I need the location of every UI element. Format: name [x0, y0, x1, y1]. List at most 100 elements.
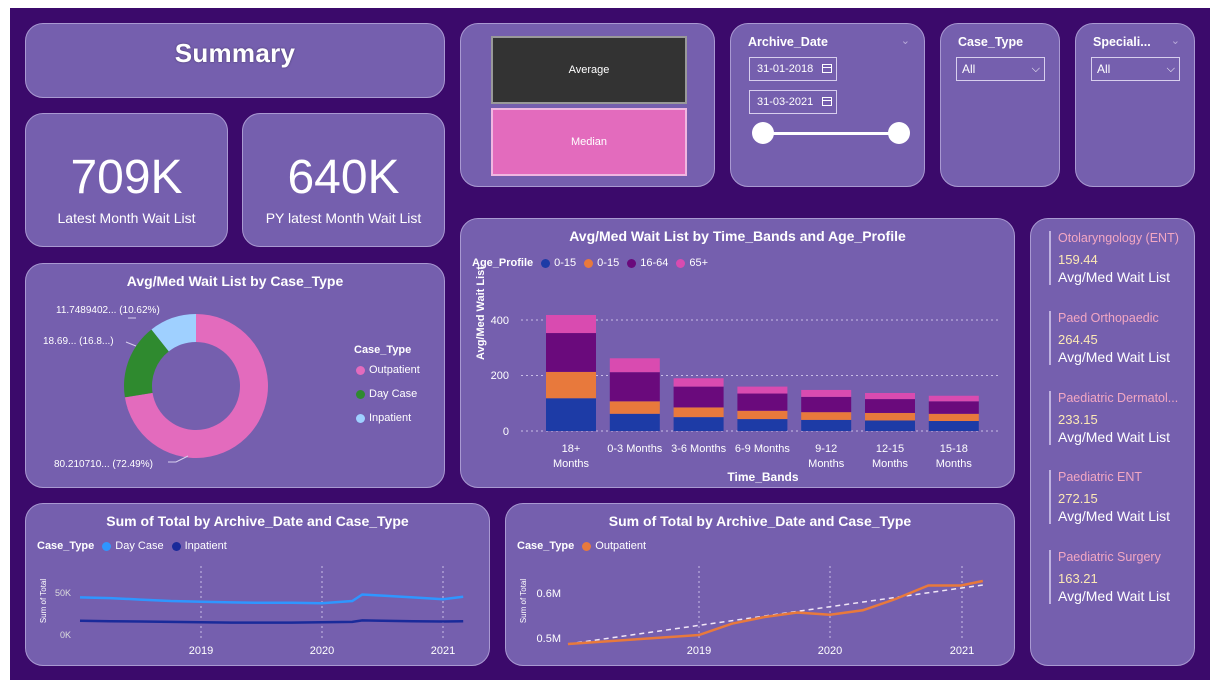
chevron-down-icon[interactable]: ⌄ [1171, 34, 1180, 47]
specialty-label: Avg/Med Wait List [1058, 588, 1171, 604]
x-tick-label: 6-9 Months [735, 443, 791, 455]
legend-dot [356, 365, 365, 375]
x-tick-label: 2020 [818, 645, 842, 657]
case-type-dropdown[interactable]: All ⌵ [956, 57, 1045, 81]
y-tick-label: 0.5M [537, 633, 561, 645]
bar-segment [928, 395, 979, 402]
dashboard-canvas: Summary 709K Latest Month Wait List 640K… [10, 8, 1210, 680]
donut-chart: 11.7489402... (10.62%) 18.69... (16.8...… [43, 305, 268, 470]
bar-segment [737, 393, 788, 411]
specialty-slicer: Speciali... ⌄ All ⌵ [1075, 23, 1195, 187]
case-type-slicer-title: Case_Type [958, 35, 1024, 49]
chevron-down-icon: ⌵ [1166, 63, 1175, 75]
bar-segment [609, 413, 660, 431]
chevron-down-icon[interactable]: ⌄ [901, 34, 910, 47]
legend-inpatient-label: Inpatient [369, 412, 412, 424]
x-tick-label: Months [872, 458, 909, 470]
legend-daycase[interactable]: Day Case [356, 388, 417, 400]
line2-series [567, 579, 984, 646]
legend-inpatient[interactable]: Inpatient [356, 412, 411, 424]
kpi-card-latest: 709K Latest Month Wait List [25, 113, 228, 247]
specialty-item[interactable]: Paediatric Surgery 163.21 Avg/Med Wait L… [1049, 550, 1194, 604]
measure-toggle-card: Average Median [460, 23, 715, 187]
specialty-item[interactable]: Otolaryngology (ENT) 159.44 Avg/Med Wait… [1049, 231, 1194, 285]
end-date-input[interactable]: 31-03-2021 [749, 90, 837, 114]
kpi-card-py: 640K PY latest Month Wait List [242, 113, 445, 247]
median-button[interactable]: Median [491, 108, 687, 176]
bar-segment [928, 421, 979, 431]
donut-chart-card: Avg/Med Wait List by Case_Type 11.748940… [25, 263, 445, 488]
specialty-value: 233.15 [1058, 412, 1098, 427]
bar-segment [546, 315, 596, 334]
line-chart-1-card: Sum of Total by Archive_Date and Case_Ty… [25, 503, 490, 666]
specialty-label: Avg/Med Wait List [1058, 429, 1171, 445]
line-chart-2: Sum of Total 0.6M 0.5M 2019 2020 2021 [519, 566, 984, 657]
bar-segment [546, 398, 596, 431]
specialty-dropdown[interactable]: All ⌵ [1091, 57, 1180, 81]
line-series-inpatient [79, 619, 464, 624]
x-tick-label: 3-6 Months [671, 443, 727, 455]
bar-x-axis-label: Time_Bands [727, 470, 798, 484]
daycase-data-label: 18.69... (16.8...) [43, 336, 114, 347]
x-tick-label: 2021 [431, 645, 455, 657]
x-tick-label: 18+ [562, 443, 581, 455]
line1-series [79, 593, 464, 624]
archive-date-slicer: Archive_Date ⌄ 31-01-2018 31-03-2021 [730, 23, 925, 187]
y-tick-label: 200 [491, 370, 509, 382]
legend-outpatient-label: Outpatient [369, 364, 420, 376]
bar-segment [673, 417, 724, 431]
kpi-py-value: 640K [287, 151, 400, 204]
specialty-card-list: Otolaryngology (ENT) 159.44 Avg/Med Wait… [1030, 218, 1195, 666]
specialty-selected: All [1097, 62, 1111, 76]
bar-segment [673, 386, 724, 408]
end-date-value: 31-03-2021 [757, 96, 814, 108]
specialty-item[interactable]: Paed Orthopaedic 264.45 Avg/Med Wait Lis… [1049, 311, 1194, 365]
date-range-slider-track[interactable] [763, 132, 899, 135]
specialty-label: Avg/Med Wait List [1058, 269, 1171, 285]
calendar-icon[interactable] [822, 64, 832, 73]
x-tick-label: 2019 [687, 645, 711, 657]
archive-date-title: Archive_Date [748, 35, 828, 49]
specialty-value: 264.45 [1058, 332, 1098, 347]
line-chart-2-card: Sum of Total by Archive_Date and Case_Ty… [505, 503, 1015, 666]
donut-slices [124, 314, 268, 459]
x-tick-label: Months [808, 458, 845, 470]
specialty-label: Avg/Med Wait List [1058, 508, 1171, 524]
date-range-end-handle[interactable] [888, 122, 910, 144]
specialty-value: 163.21 [1058, 571, 1098, 586]
bar-segment [609, 358, 660, 373]
line2-y-axis-label: Sum of Total [519, 579, 528, 624]
specialty-value: 272.15 [1058, 491, 1098, 506]
specialty-name: Paediatric Surgery [1058, 550, 1161, 564]
specialty-item[interactable]: Paediatric ENT 272.15 Avg/Med Wait List [1049, 470, 1194, 524]
average-button[interactable]: Average [491, 36, 687, 104]
legend-outpatient[interactable]: Outpatient [356, 364, 420, 376]
bar-segment [801, 396, 852, 413]
x-tick-label: 15-18 [940, 443, 968, 455]
y-tick-label: 0 [503, 426, 509, 438]
start-date-value: 31-01-2018 [757, 63, 814, 75]
x-tick-label: 2021 [950, 645, 974, 657]
x-tick-label: 0-3 Months [607, 443, 663, 455]
chevron-down-icon: ⌵ [1031, 63, 1040, 75]
page-title: Summary [174, 38, 296, 68]
specialty-value: 159.44 [1058, 252, 1098, 267]
bar-segment [865, 399, 915, 413]
bar-segment [609, 401, 660, 414]
date-range-start-handle[interactable] [752, 122, 774, 144]
bar-segment [737, 410, 788, 420]
line-series-day-case [79, 593, 464, 605]
calendar-icon[interactable] [822, 97, 832, 106]
bar-segment [609, 372, 660, 402]
inpatient-data-label: 11.7489402... (10.62%) [56, 305, 160, 316]
x-tick-label: 2020 [310, 645, 334, 657]
y-tick-label: 0.6M [537, 588, 561, 600]
specialty-name: Paed Orthopaedic [1058, 311, 1159, 325]
outpatient-data-label: 80.210710... (72.49%) [54, 459, 153, 470]
x-tick-label: Months [936, 458, 973, 470]
start-date-input[interactable]: 31-01-2018 [749, 57, 837, 81]
bar-segment [673, 407, 724, 418]
legend-daycase-label: Day Case [369, 388, 418, 400]
specialty-item[interactable]: Paediatric Dermatol... 233.15 Avg/Med Wa… [1049, 391, 1194, 445]
case-type-selected: All [962, 62, 976, 76]
